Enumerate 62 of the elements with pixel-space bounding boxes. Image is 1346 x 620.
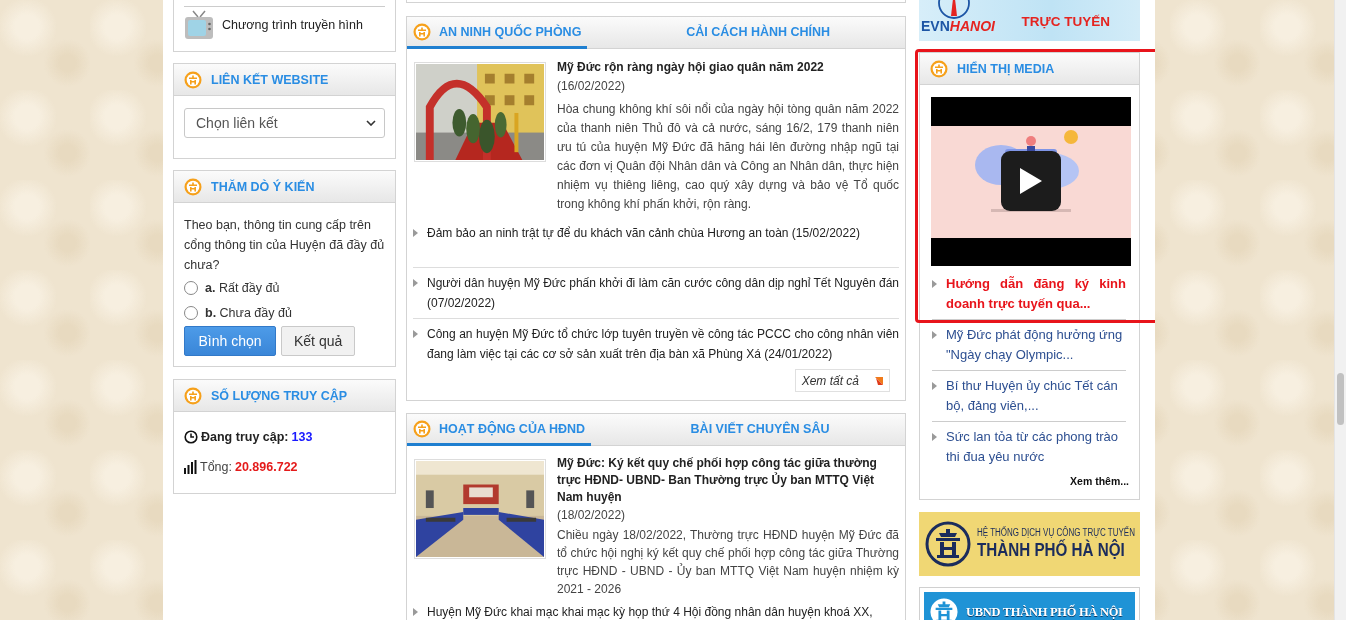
brand-logo: EVNHANOI — [921, 19, 995, 33]
link-select[interactable]: Chọn liên kết — [184, 108, 385, 138]
play-icon — [1020, 168, 1042, 194]
emblem-icon — [413, 22, 431, 41]
banner-caption: TRỰC TUYẾN — [1021, 14, 1110, 29]
bullet-icon — [413, 279, 418, 287]
article-summary: Chiều ngày 18/02/2022, Thường trực HĐND huyện Mỹ Đức đã tổ chức hội nghị ký kết quy chế phối hợp công tác giữa Thường trực HĐND - UBND - Ủy ban MTTQ Việt Nam huyện nhiệm kỳ 2021 - 2026 — [557, 527, 899, 598]
news-link[interactable]: Huyện Mỹ Đức khai mạc khai mạc kỳ họp thứ 4 Hội đồng nhân dân huyện khoá XX, — [413, 599, 899, 620]
emblem-icon — [930, 59, 948, 78]
stat-value: 20.896.722 — [234, 460, 298, 474]
emblem-icon — [184, 386, 202, 405]
article-summary: Hòa chung không khí sôi nổi của ngày hội tòng quân năm 2022 của thanh niên Thủ đô và cả nước, sáng 16/2, 179 thanh niên ưu tú của huyện Mỹ Đức đã hăng hái lên đường nhập ngũ tại các đơn vị Quân đội Nhân dân và Công an Nhân dân, thực hiện nhiệm vụ thiêng liêng, cao quý xây dựng và bảo vệ Tổ quốc trong không khí phấn khởi, rộn ràng. — [557, 101, 899, 213]
panel-title: HIỂN THỊ MEDIA — [957, 61, 1055, 76]
clock-icon — [184, 430, 198, 444]
bullet-icon — [932, 433, 937, 441]
news-link[interactable]: Đảm bảo an ninh trật tự để du khách vãn cảnh chùa Hương an toàn (15/02/2022) — [413, 215, 899, 267]
poll-question: Theo bạn, thông tin cung cấp trên cổng thông tin của Huyện đã đầy đủ chưa? — [184, 217, 385, 274]
banner-title: THÀNH PHỐ HÀ NỘI — [977, 539, 1125, 561]
media-link[interactable]: Hướng dẫn đăng ký kinh doanh trực tuyến qua... — [932, 269, 1126, 319]
radio-button[interactable] — [184, 280, 198, 295]
play-button[interactable] — [1001, 151, 1061, 211]
pagoda-emblem-icon — [928, 596, 960, 620]
option-label: b. Chưa đầy đủ — [205, 305, 292, 320]
banner-title: UBND THÀNH PHỐ HÀ NỘI — [966, 604, 1123, 620]
caret-icon — [366, 120, 376, 126]
emblem-icon — [184, 70, 202, 89]
article-title[interactable]: Mỹ Đức rộn ràng ngày hội giao quân năm 2022 — [557, 58, 899, 76]
radio-button[interactable] — [184, 305, 198, 320]
pagoda-emblem-icon — [925, 521, 971, 567]
results-button[interactable]: Kết quả — [281, 326, 356, 356]
tv-link[interactable]: Chương trình truyền hình — [222, 18, 363, 32]
corner-arrow-icon — [875, 376, 883, 385]
media-link[interactable]: Bí thư Huyện ủy chúc Tết cán bộ, đảng viên,... — [932, 370, 1126, 421]
bar-chart-icon — [184, 460, 197, 474]
stat-label: Tổng: — [200, 460, 232, 474]
option-label: a. Rất đầy đủ — [205, 280, 280, 295]
banner-caption: HỆ THỐNG DỊCH VỤ CÔNG TRỰC TUYẾN — [977, 527, 1135, 538]
media-link[interactable]: Sức lan tỏa từ các phong trào thi đua yêu nước — [932, 421, 1126, 472]
bullet-icon — [932, 280, 937, 288]
panel-title: LIÊN KẾT WEBSITE — [211, 72, 329, 87]
evn-banner[interactable]: EVNHANOI TRỰC TUYẾN — [919, 0, 1140, 41]
see-more-link[interactable]: Xem thêm... — [1070, 475, 1129, 487]
media-link[interactable]: Mỹ Đức phát động hưởng ứng "Ngày chạy Olympic... — [932, 319, 1126, 370]
panel-title: THĂM DÒ Ý KIẾN — [211, 179, 315, 194]
view-all-link[interactable]: Xem tất cả — [794, 369, 890, 392]
emblem-icon — [184, 177, 202, 196]
article-title[interactable]: Mỹ Đức: Ký kết quy chế phối hợp công tác giữa thường trực HĐND- UBND- Ban Thường trực Ủy ban MTTQ Việt Nam huyện — [557, 455, 899, 506]
stat-value: 133 — [291, 430, 313, 444]
bullet-icon — [413, 229, 418, 237]
article-date: (18/02/2022) — [557, 507, 627, 524]
stat-label: Đang truy cập: — [201, 430, 289, 444]
bullet-icon — [932, 331, 937, 339]
bullet-icon — [413, 608, 418, 616]
emblem-icon — [413, 419, 431, 438]
tv-icon — [184, 10, 214, 40]
bullet-icon — [932, 382, 937, 390]
article-date: (16/02/2022) — [557, 78, 627, 95]
bullet-icon — [413, 330, 418, 338]
scrollbar-thumb[interactable] — [1337, 373, 1344, 425]
panel-title: SỐ LƯỢNG TRUY CẬP — [211, 388, 348, 403]
service-banner[interactable]: HỆ THỐNG DỊCH VỤ CÔNG TRỰC TUYẾN THÀNH PHỐ HÀ NỘI — [919, 512, 1140, 576]
news-link[interactable]: Người dân huyện Mỹ Đức phấn khởi đi làm căn cước công dân dịp nghỉ Tết Nguyên đán (07/02/2022) — [413, 267, 899, 318]
